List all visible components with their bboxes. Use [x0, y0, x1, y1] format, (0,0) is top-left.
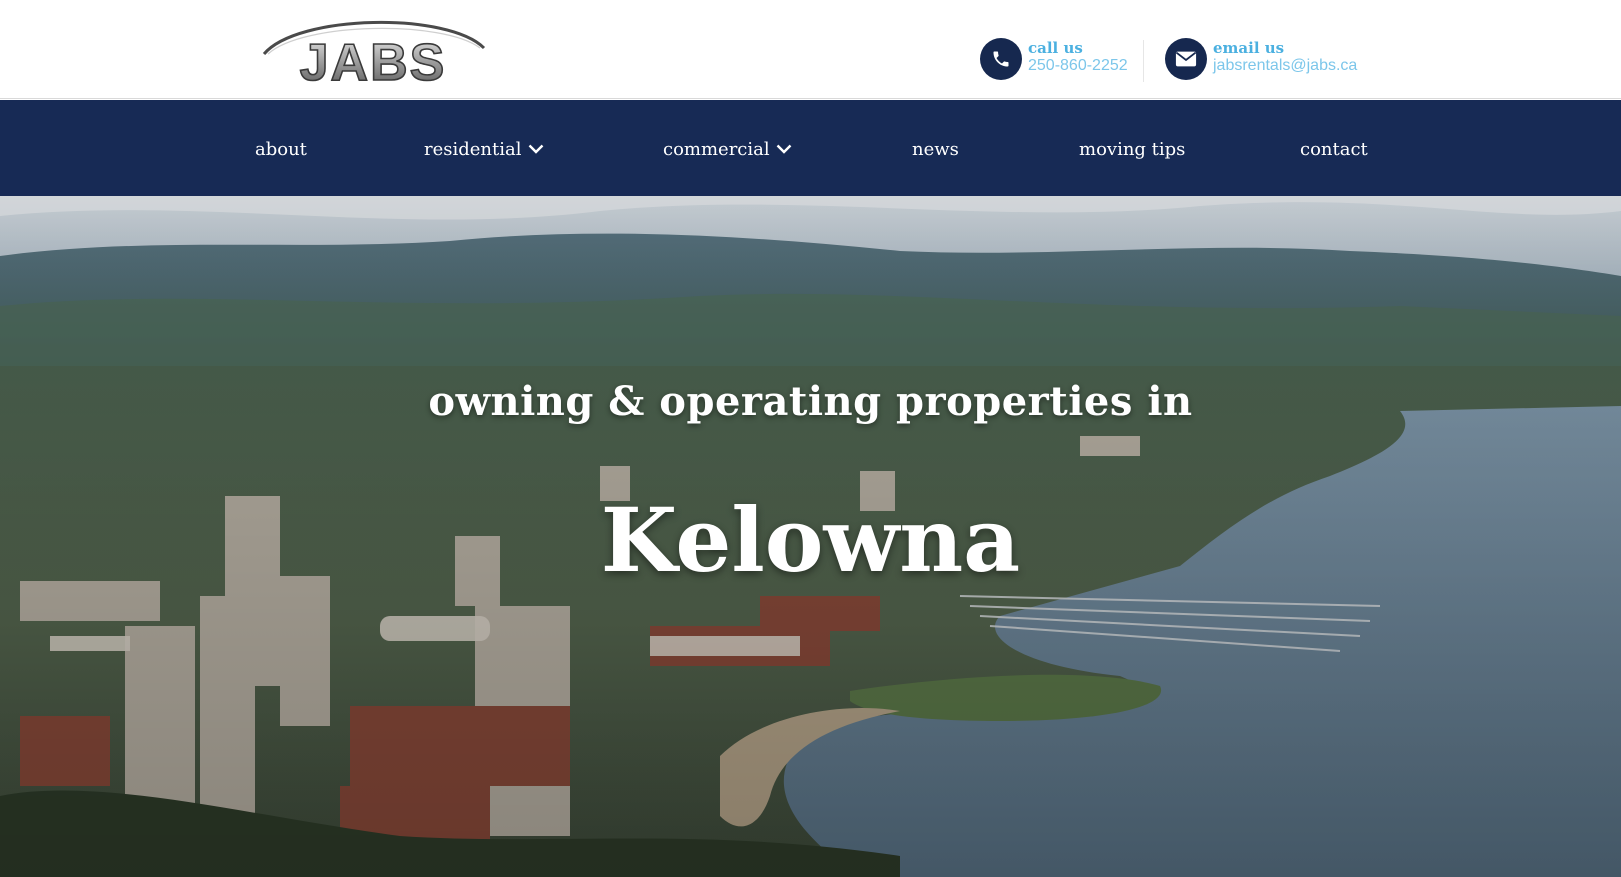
main-nav: about residential commercial news moving… — [0, 100, 1621, 196]
hero-banner: owning & operating properties in Kelowna — [0, 196, 1621, 877]
nav-item-label: moving tips — [1079, 138, 1186, 160]
jabs-logo[interactable]: JABS — [258, 14, 488, 86]
phone-icon — [980, 38, 1022, 80]
chevron-down-icon — [776, 144, 792, 154]
chevron-down-icon — [528, 144, 544, 154]
nav-item-contact[interactable]: contact — [1300, 136, 1368, 162]
contact-divider — [1143, 40, 1144, 82]
email-address[interactable]: jabsrentals@jabs.ca — [1213, 57, 1357, 75]
email-us-label: email us — [1213, 39, 1285, 57]
logo-text: JABS — [300, 34, 447, 86]
nav-item-residential[interactable]: residential — [424, 136, 544, 162]
hero-subtitle: owning & operating properties in — [428, 378, 1193, 425]
phone-number[interactable]: 250-860-2252 — [1028, 57, 1128, 75]
nav-item-label: residential — [424, 138, 522, 160]
logo-graphic: JABS — [262, 21, 486, 86]
nav-item-label: news — [912, 138, 959, 160]
hero-title: Kelowna — [600, 488, 1021, 592]
call-us-contact[interactable]: call us 250-860-2252 — [980, 37, 1128, 81]
nav-item-news[interactable]: news — [912, 136, 959, 162]
nav-item-label: commercial — [663, 138, 770, 160]
site-header: JABS call us 250-860-2252 email us jabsr… — [0, 0, 1621, 99]
nav-item-commercial[interactable]: commercial — [663, 136, 792, 162]
nav-item-label: contact — [1300, 138, 1368, 160]
nav-item-moving-tips[interactable]: moving tips — [1079, 136, 1185, 162]
nav-item-about[interactable]: about — [255, 136, 307, 162]
call-us-label: call us — [1028, 39, 1083, 57]
nav-item-label: about — [255, 138, 307, 160]
email-us-contact[interactable]: email us jabsrentals@jabs.ca — [1165, 37, 1357, 81]
envelope-icon — [1165, 38, 1207, 80]
